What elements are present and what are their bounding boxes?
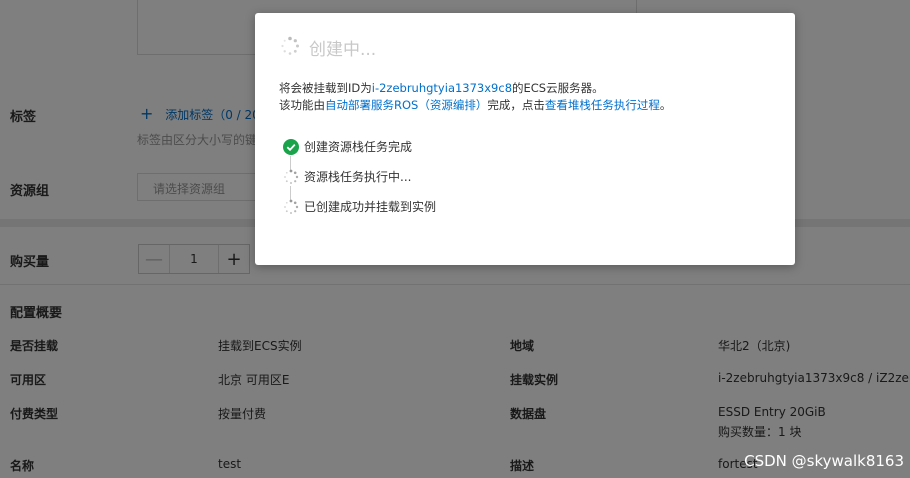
loading-spinner-icon: [281, 36, 299, 55]
loading-spinner-icon: [284, 169, 299, 184]
ros-link[interactable]: 自动部署服务ROS（资源编排）: [325, 98, 487, 112]
watermark: CSDN @skywalk8163: [744, 452, 904, 470]
dialog-title: 创建中...: [309, 40, 377, 60]
step-item: 已创建成功并挂载到实例: [283, 198, 436, 215]
loading-spinner-icon: [284, 199, 299, 214]
step-item: 资源栈任务执行中...: [283, 168, 411, 185]
creating-dialog: 创建中... 将会被挂载到ID为i-2zebruhgtyia1373x9c8的E…: [255, 13, 795, 265]
step-item: 创建资源栈任务完成: [283, 138, 412, 155]
mount-info-text: 将会被挂载到ID为i-2zebruhgtyia1373x9c8的ECS云服务器。: [279, 81, 604, 95]
view-stack-process-link[interactable]: 查看堆栈任务执行过程: [545, 98, 660, 112]
ros-info-text: 该功能由自动部署服务ROS（资源编排）完成，点击查看堆栈任务执行过程。: [279, 98, 672, 112]
check-circle-icon: [283, 138, 299, 155]
instance-id-link[interactable]: i-2zebruhgtyia1373x9c8: [372, 81, 512, 95]
